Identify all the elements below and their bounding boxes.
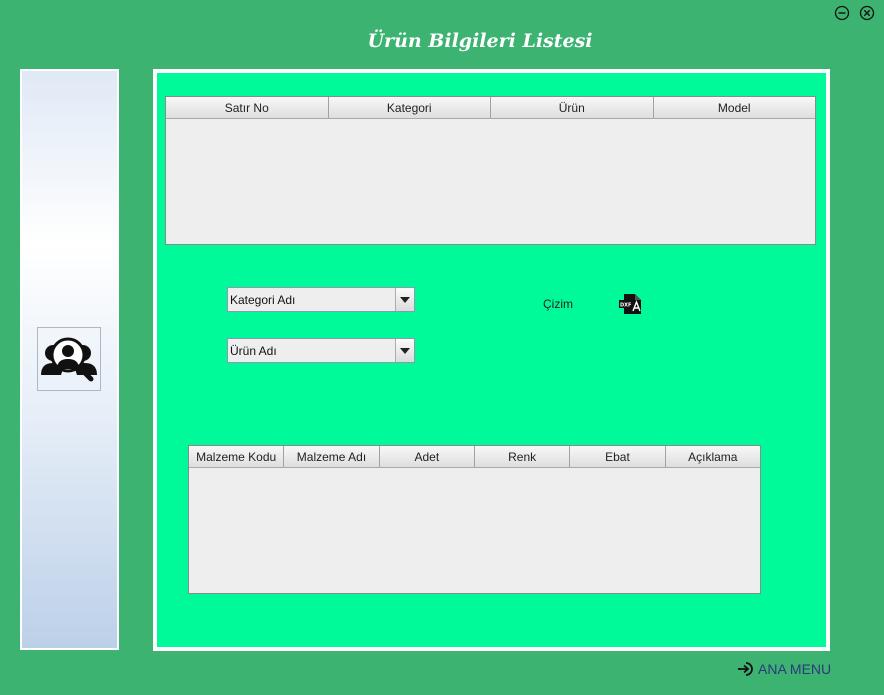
column-header-material-code[interactable]: Malzeme Kodu	[189, 446, 285, 467]
column-header-row-no[interactable]: Satır No	[166, 97, 329, 118]
dxf-file-icon[interactable]: DXF	[618, 292, 642, 316]
product-select[interactable]: Ürün Adı	[227, 338, 415, 363]
window-title: Ürün Bilgileri Listesi	[367, 30, 593, 52]
dxf-icon-text: DXF	[620, 303, 631, 309]
column-header-category[interactable]: Kategori	[328, 97, 491, 118]
sidebar	[20, 69, 119, 650]
minimize-circle-icon	[834, 5, 850, 21]
product-table-header: Satır No Kategori Ürün Model	[166, 97, 815, 119]
product-select-value: Ürün Adı	[230, 344, 277, 358]
column-header-description[interactable]: Açıklama	[665, 446, 760, 467]
user-search-icon	[41, 337, 97, 382]
column-header-color[interactable]: Renk	[474, 446, 571, 467]
column-header-model[interactable]: Model	[653, 97, 815, 118]
chevron-down-icon[interactable]	[395, 339, 414, 362]
search-button[interactable]	[37, 327, 101, 391]
column-header-material-name[interactable]: Malzeme Adı	[284, 446, 380, 467]
column-header-quantity[interactable]: Adet	[379, 446, 475, 467]
close-button[interactable]	[859, 5, 875, 21]
main-menu-label: ANA MENU	[758, 661, 832, 677]
close-circle-icon	[859, 5, 875, 21]
material-table[interactable]: Malzeme Kodu Malzeme Adı Adet Renk Ebat …	[188, 445, 761, 594]
category-select-value: Kategori Adı	[230, 293, 296, 307]
drawing-label: Çizim	[543, 297, 573, 311]
material-table-header: Malzeme Kodu Malzeme Adı Adet Renk Ebat …	[189, 446, 760, 468]
column-header-product[interactable]: Ürün	[491, 97, 654, 118]
main-menu-button[interactable]: ANA MENU	[737, 661, 831, 677]
chevron-down-icon[interactable]	[395, 288, 414, 311]
sign-in-icon	[738, 662, 753, 676]
main-panel: Satır No Kategori Ürün Model Kategori Ad…	[153, 69, 830, 651]
product-table[interactable]: Satır No Kategori Ürün Model	[165, 96, 816, 245]
category-select[interactable]: Kategori Adı	[227, 287, 415, 312]
column-header-size[interactable]: Ebat	[570, 446, 666, 467]
minimize-button[interactable]	[834, 5, 850, 21]
